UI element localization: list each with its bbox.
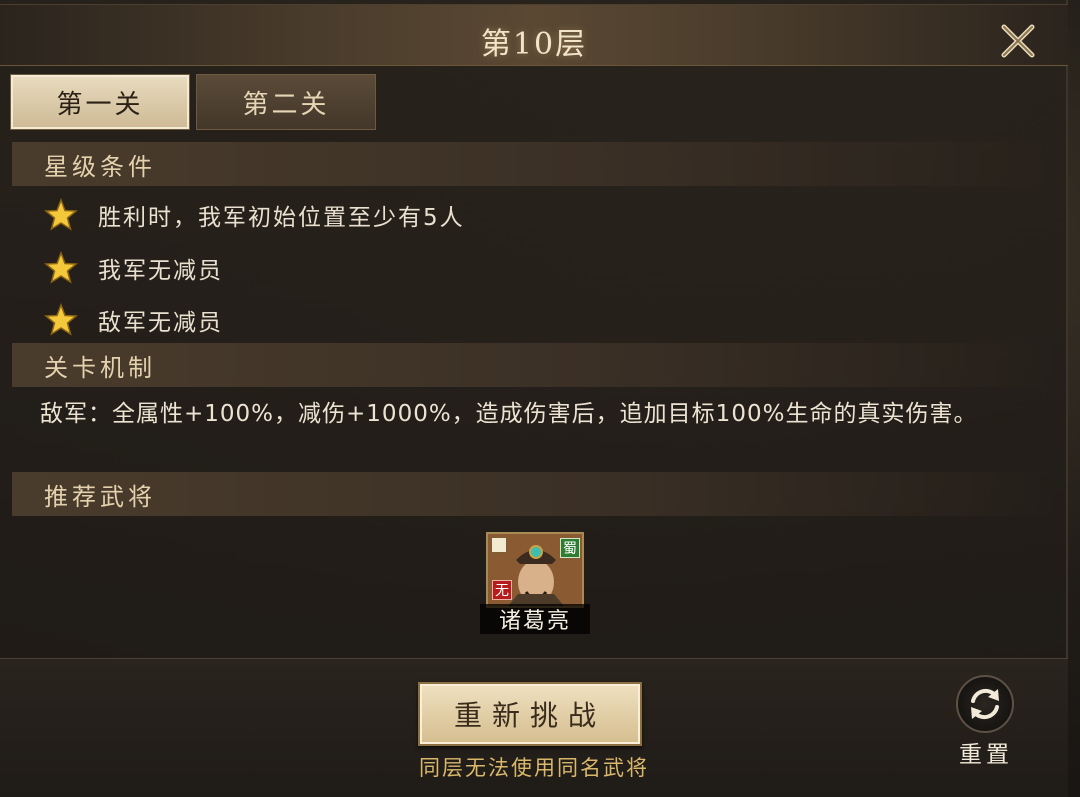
condition-text: 敌军无减员	[98, 310, 223, 336]
faction-badge: 蜀	[560, 538, 580, 558]
retry-challenge-button[interactable]: 重新挑战	[418, 682, 642, 746]
close-icon	[1001, 24, 1035, 58]
reset-icon-circle	[956, 675, 1014, 733]
refresh-icon	[971, 688, 999, 720]
hero-name: 诸葛亮	[480, 604, 590, 634]
type-badge: 无	[492, 580, 512, 600]
hero-portrait: 蜀 无	[486, 532, 584, 608]
star-icon	[44, 198, 78, 231]
reset-label: 重置	[959, 742, 1013, 768]
section-header-star-conditions: 星级条件	[12, 142, 1052, 186]
panel-title: 第10层	[480, 27, 588, 62]
section-header-mechanics: 关卡机制	[12, 343, 1052, 387]
skill-book-icon	[491, 537, 507, 553]
close-button[interactable]	[998, 21, 1038, 61]
condition-item: 敌军无减员	[44, 303, 223, 337]
tab-stage-2[interactable]: 第二关	[196, 74, 376, 130]
title-bar: 第10层	[0, 4, 1068, 66]
hint-text: 同层无法使用同名武将	[419, 756, 649, 780]
hero-card[interactable]: 蜀 无 诸葛亮	[480, 532, 590, 634]
stage-tabs: 第一关 第二关	[10, 74, 376, 130]
star-icon	[44, 303, 78, 336]
condition-text: 我军无减员	[98, 258, 223, 284]
tab-stage-1[interactable]: 第一关	[10, 74, 190, 130]
reset-button[interactable]: 重置	[955, 675, 1017, 768]
star-icon	[44, 251, 78, 284]
game-screen: 第10层 第一关 第二关 星级条件 胜利时，我军初始位置至少有5人 我军无减员	[0, 0, 1080, 797]
condition-item: 我军无减员	[44, 251, 223, 285]
condition-item: 胜利时，我军初始位置至少有5人	[44, 198, 465, 232]
section-header-recommended: 推荐武将	[12, 472, 1052, 516]
condition-text: 胜利时，我军初始位置至少有5人	[98, 205, 465, 231]
mechanic-description: 敌军：全属性+100%，减伤+1000%，造成伤害后，追加目标100%生命的真实…	[40, 401, 978, 427]
